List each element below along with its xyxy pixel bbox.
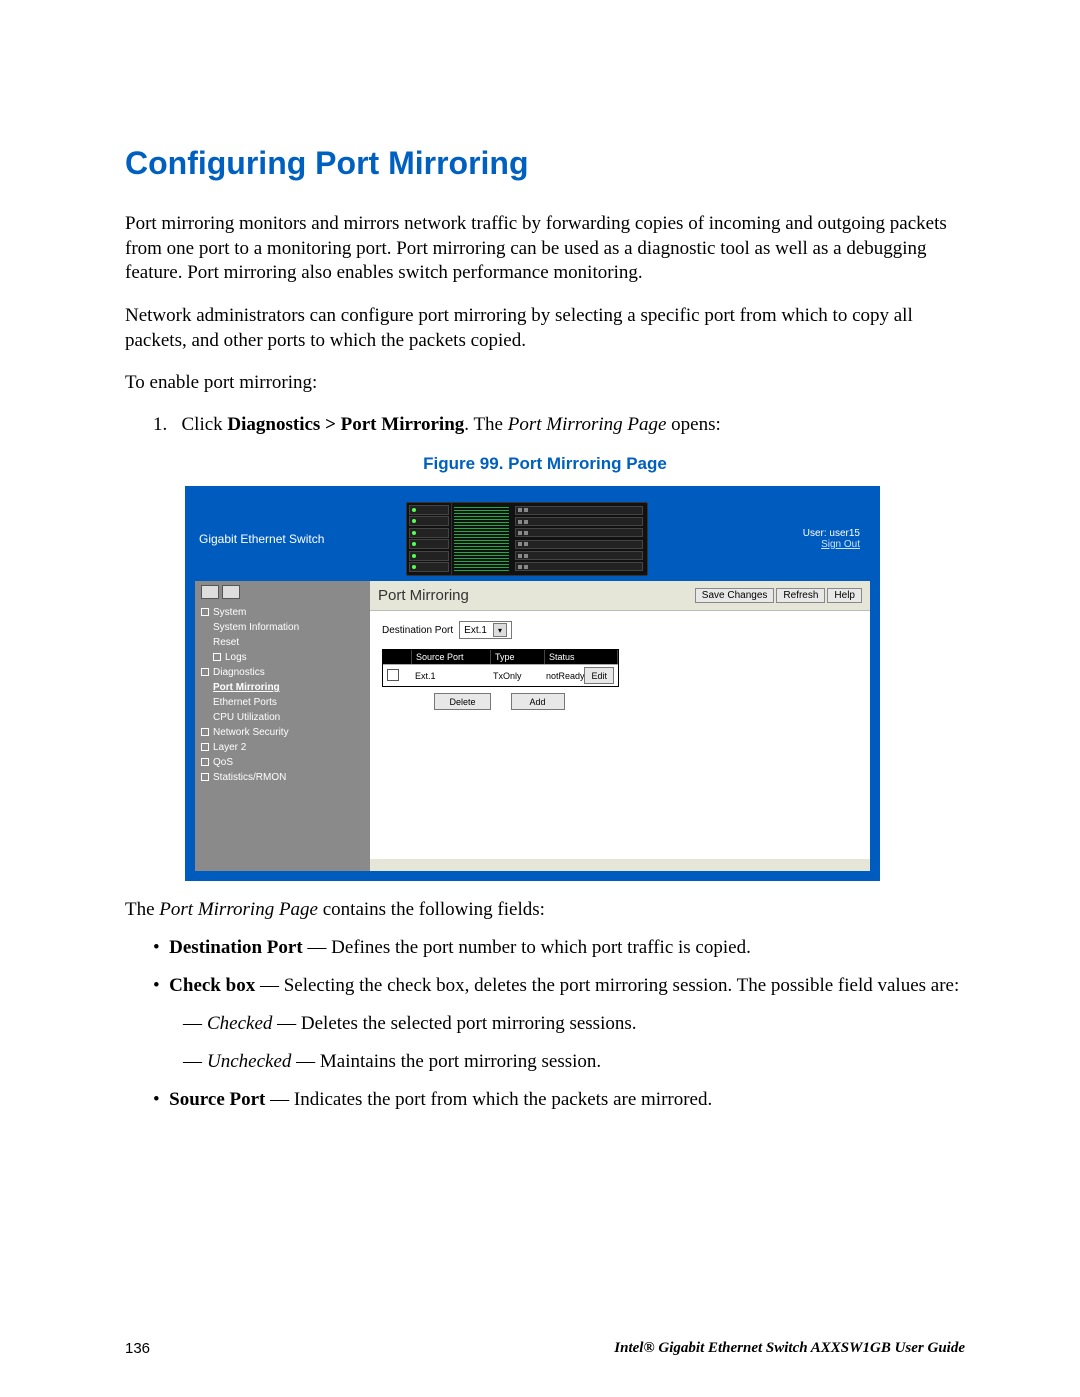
user-label: User: user15 [803,528,860,539]
step1-bold: Diagnostics > Port Mirroring [227,414,464,435]
nav-collapse-button[interactable] [201,585,219,599]
nav-expand-button[interactable] [222,585,240,599]
row-status: notReady [546,671,585,681]
sign-out-link[interactable]: Sign Out [821,539,860,550]
edit-button[interactable]: Edit [584,667,614,684]
intro-para-2: Network administrators can configure por… [125,304,965,353]
sc-i: Checked [207,1013,272,1034]
help-button[interactable]: Help [827,588,862,603]
bcb-t: — Selecting the check box, deletes the p… [255,975,959,996]
su-i: Unchecked [207,1051,291,1072]
save-changes-button[interactable]: Save Changes [695,588,775,603]
nav-tree: SystemSystem InformationResetLogsDiagnos… [195,581,370,871]
bullet-checkbox: • Check box — Selecting the check box, d… [153,975,965,997]
destination-port-label: Destination Port [382,625,453,636]
bsp-b: Source Port [169,1089,265,1110]
delete-button[interactable]: Delete [434,693,490,710]
nav-item[interactable]: Logs [201,650,364,665]
brand-label: Gigabit Ethernet Switch [195,496,374,581]
row-type: TxOnly [489,669,542,683]
nav-item[interactable]: Layer 2 [201,740,364,755]
destination-port-select[interactable]: Ext.1 ▾ [459,621,512,639]
intro-para-3: To enable port mirroring: [125,371,965,396]
su-t: — Maintains the port mirroring session. [291,1051,601,1072]
nav-item[interactable]: Port Mirroring [201,680,364,695]
fields-intro: The Port Mirroring Page contains the fol… [125,899,965,921]
content-pane: Port Mirroring Save Changes Refresh Help… [370,581,870,871]
nav-item[interactable]: CPU Utilization [201,710,364,725]
destination-port-value: Ext.1 [464,625,487,636]
step1-post: opens: [666,414,720,435]
content-title: Port Mirroring [378,587,469,604]
bullet-destination-port: • Destination Port — Defines the port nu… [153,937,965,959]
sub-unchecked: —Unchecked — Maintains the port mirrorin… [183,1051,965,1073]
bdp-b: Destination Port [169,937,303,958]
nav-item[interactable]: System Information [201,620,364,635]
add-button[interactable]: Add [511,693,565,710]
col-status: Status [545,650,618,664]
bcb-b: Check box [169,975,255,996]
page-number: 136 [125,1340,150,1357]
bullet-source-port: • Source Port — Indicates the port from … [153,1089,965,1111]
figure-caption: Figure 99. Port Mirroring Page [125,454,965,474]
row-checkbox[interactable] [387,669,399,681]
page-heading: Configuring Port Mirroring [125,145,965,182]
page-footer: 136 Intel® Gigabit Ethernet Switch AXXSW… [125,1340,965,1357]
step1-pre: Click [182,414,228,435]
source-port-table: Source Port Type Status Ext.1 TxOnly not… [382,649,619,687]
fi-ital: Port Mirroring Page [159,899,318,920]
bsp-t: — Indicates the port from which the pack… [265,1089,712,1110]
guide-title: Intel® Gigabit Ethernet Switch AXXSW1GB … [614,1340,965,1357]
bdp-t: — Defines the port number to which port … [303,937,751,958]
col-checkbox [383,650,412,664]
nav-item[interactable]: Statistics/RMON [201,770,364,785]
device-graphic [374,496,679,581]
screenshot: Gigabit Ethernet Switch [185,486,880,881]
user-info: User: user15 Sign Out [679,496,870,581]
step1-mid: . The [464,414,507,435]
col-type: Type [491,650,545,664]
step1-ital: Port Mirroring Page [508,414,667,435]
refresh-button[interactable]: Refresh [776,588,825,603]
table-row: Ext.1 TxOnly notReady Edit [383,664,618,686]
chevron-down-icon: ▾ [493,623,507,637]
nav-item[interactable]: Diagnostics [201,665,364,680]
intro-para-1: Port mirroring monitors and mirrors netw… [125,212,965,286]
sub-checked: —Checked — Deletes the selected port mir… [183,1013,965,1035]
nav-item[interactable]: Network Security [201,725,364,740]
screenshot-header: Gigabit Ethernet Switch [195,496,870,581]
nav-item[interactable]: Ethernet Ports [201,695,364,710]
nav-item[interactable]: System [201,605,364,620]
sc-t: — Deletes the selected port mirroring se… [272,1013,636,1034]
fi-post: contains the following fields: [318,899,545,920]
col-source-port: Source Port [412,650,491,664]
nav-item[interactable]: QoS [201,755,364,770]
row-port: Ext.1 [411,669,489,683]
fi-pre: The [125,899,159,920]
step-1: 1. Click Diagnostics > Port Mirroring. T… [153,414,965,436]
nav-item[interactable]: Reset [201,635,364,650]
